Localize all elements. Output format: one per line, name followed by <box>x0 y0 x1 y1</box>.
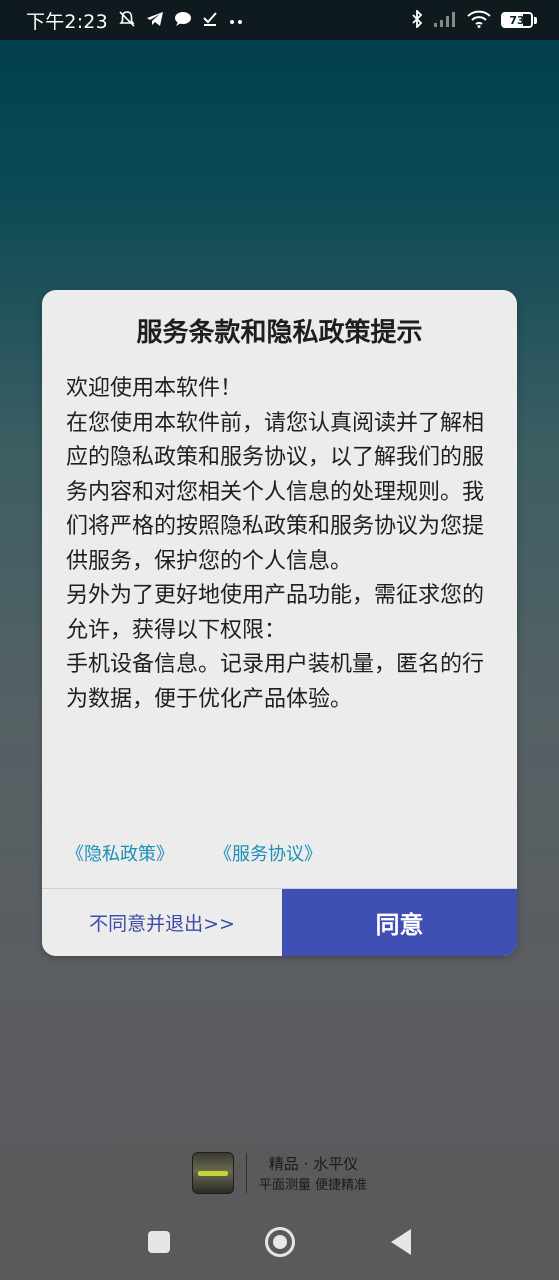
level-app-logo-icon <box>191 1152 234 1194</box>
policy-links: 《隐私政策》 《服务协议》 <box>66 840 322 866</box>
home-icon[interactable] <box>265 1227 296 1257</box>
wifi-icon <box>467 10 491 31</box>
status-time: 下午2:23 <box>26 10 108 33</box>
privacy-policy-link[interactable]: 《隐私政策》 <box>66 840 174 866</box>
signal-icon <box>433 11 457 30</box>
battery-level: 73 <box>509 13 525 27</box>
app-slogan: 平面测量 便捷精准 <box>258 1178 368 1193</box>
system-nav-bar <box>0 1204 559 1280</box>
chat-bubble-icon <box>174 11 192 30</box>
dialog-body-text: 欢迎使用本软件！ 在您使用本软件前，请您认真阅读并了解相应的隐私政策和服务协议，… <box>66 376 485 712</box>
agree-button[interactable]: 同意 <box>282 889 517 956</box>
battery-icon: 73 <box>501 12 537 28</box>
back-icon[interactable] <box>391 1229 412 1255</box>
status-bar-left: 下午2:23 <box>26 7 244 34</box>
status-bar-right: 73 <box>411 8 537 31</box>
telegram-icon <box>146 11 164 30</box>
dialog-title: 服务条款和隐私政策提示 <box>136 318 423 348</box>
app-name: 精品 · 水平仪 <box>268 1155 359 1173</box>
service-agreement-link[interactable]: 《服务协议》 <box>214 840 322 866</box>
privacy-dialog: 服务条款和隐私政策提示 欢迎使用本软件！ 在您使用本软件前，请您认真阅读并了解相… <box>42 290 517 956</box>
mute-bell-icon <box>118 10 136 31</box>
disagree-exit-button[interactable]: 不同意并退出>> <box>42 889 282 956</box>
banner-text: 精品 · 水平仪 平面测量 便捷精准 <box>259 1153 367 1193</box>
banner-divider <box>245 1153 247 1193</box>
checkmark-icon <box>202 11 218 30</box>
recent-apps-icon[interactable] <box>147 1231 170 1253</box>
app-banner: 精品 · 水平仪 平面测量 便捷精准 <box>0 1142 559 1204</box>
dialog-button-row: 不同意并退出>> 同意 <box>42 888 517 956</box>
more-dots-icon <box>228 12 244 28</box>
status-bar: 下午2:23 73 <box>0 0 559 40</box>
bluetooth-icon <box>411 8 423 31</box>
